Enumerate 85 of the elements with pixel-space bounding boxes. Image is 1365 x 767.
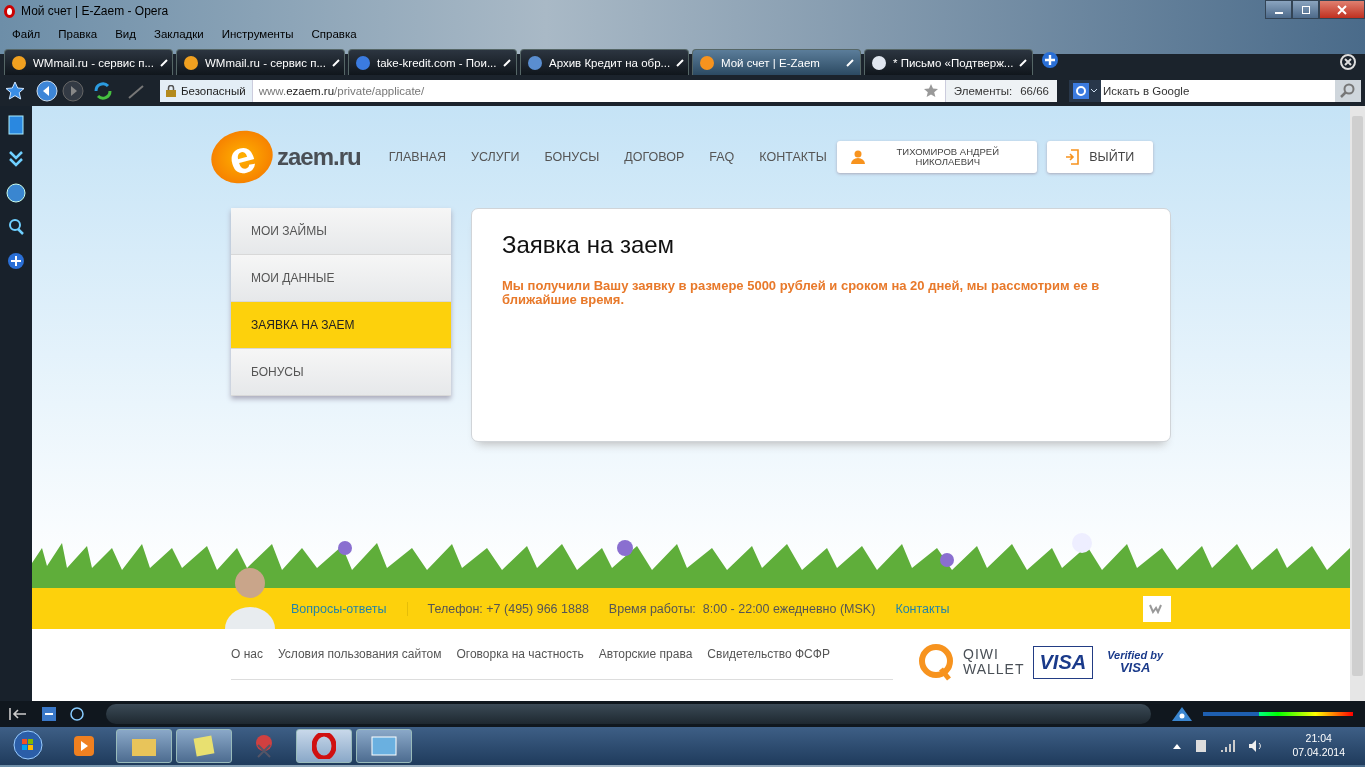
site-icon <box>871 54 887 71</box>
nav-link[interactable]: УСЛУГИ <box>471 150 520 164</box>
site-icon <box>11 54 27 71</box>
window-title: Мой счет | E-Zaem - Opera <box>21 4 170 18</box>
opera-taskbar-icon[interactable] <box>296 729 352 763</box>
menu-item[interactable]: Вид <box>115 27 136 40</box>
pencil-icon <box>676 58 685 67</box>
url-text: www.ezaem.ru/private/applicate/ <box>257 84 426 97</box>
pencil-icon <box>160 58 168 67</box>
opera-icon <box>4 4 15 18</box>
picture-viewer-icon[interactable] <box>356 729 412 763</box>
browser-tab[interactable]: Мой счет | E-Zaem <box>692 49 861 75</box>
maximize-button[interactable] <box>1292 0 1319 19</box>
sidebar-item[interactable]: БОНУСЫ <box>231 349 451 396</box>
forward-button[interactable] <box>62 79 84 102</box>
person-icon <box>850 150 865 164</box>
lock-icon <box>166 84 176 97</box>
signal-icon[interactable] <box>1220 739 1237 753</box>
scrollbar[interactable] <box>1350 106 1365 701</box>
verified-by-visa-logo: Verified by VISA <box>1107 648 1164 676</box>
logout-button[interactable]: ВЫЙТИ <box>1046 141 1153 173</box>
menu-item[interactable]: Инструменты <box>221 27 294 40</box>
pencil-icon <box>502 58 511 67</box>
nav-link[interactable]: ГЛАВНАЯ <box>388 150 447 164</box>
phone-text: Телефон: +7 (495) 966 1888 <box>427 601 589 616</box>
footer-link[interactable]: Свидетельство ФСФР <box>707 647 830 661</box>
elements-label: Элементы: <box>953 84 1013 97</box>
elements-count: 66/66 <box>1020 84 1049 97</box>
sidebar-item[interactable]: ЗАЯВКА НА ЗАЕМ <box>231 302 451 349</box>
visa-logo: VISA <box>1032 645 1094 679</box>
minimize-button[interactable] <box>1265 0 1292 19</box>
logout-icon <box>1065 149 1080 165</box>
footer-link[interactable]: О нас <box>231 647 263 661</box>
clock-time: 21:04 <box>1305 732 1332 746</box>
nav-link[interactable]: ДОГОВОР <box>624 150 685 164</box>
pencil-icon <box>1019 58 1028 67</box>
taskbar-clock[interactable]: 21:04 07.04.2014 <box>1292 732 1345 760</box>
card-title: Заявка на заем <box>502 231 676 259</box>
fit-width-icon[interactable] <box>40 705 58 723</box>
browser-tab[interactable]: * Письмо «Подтверж... <box>864 49 1033 75</box>
search-field[interactable]: Искать в Google <box>1101 79 1335 102</box>
sidebar-item[interactable]: МОИ ДАННЫЕ <box>231 255 451 302</box>
site-icon <box>183 54 199 71</box>
nav-link[interactable]: КОНТАКТЫ <box>759 150 827 164</box>
nav-link[interactable]: БОНУСЫ <box>544 150 600 164</box>
add-panel-icon[interactable] <box>5 250 27 272</box>
site-icon <box>527 54 543 71</box>
footer-link[interactable]: Оговорка на частность <box>456 647 584 661</box>
browser-tab[interactable]: WMmail.ru - сервис п... <box>4 49 173 75</box>
nav-link[interactable]: FAQ <box>709 150 735 164</box>
star-icon[interactable] <box>4 79 26 102</box>
eye-icon[interactable] <box>1171 705 1193 723</box>
show-hidden-icons-icon[interactable] <box>1172 742 1183 750</box>
qiwi-wallet-logo: QIWI WALLET <box>963 647 1025 677</box>
minimize-icon <box>1274 11 1283 14</box>
pencil-icon <box>846 58 854 67</box>
back-button[interactable] <box>36 79 58 102</box>
hours-text: Время работы: 8:00 - 22:00 ежедневно (MSK) <box>608 601 876 616</box>
clock-date: 07.04.2014 <box>1292 746 1345 760</box>
menu-item[interactable]: Правка <box>58 27 98 40</box>
browser-tab[interactable]: Архив Кредит на обр... <box>520 49 689 75</box>
confirmation-message: Мы получили Вашу заявку в размере 5000 рублей и сроком на 20 дней, мы рассмотрим ее в ближайшие время. <box>502 279 1101 308</box>
pencil-icon <box>332 58 340 67</box>
close-button[interactable] <box>1319 0 1365 19</box>
search-icon[interactable] <box>1335 79 1361 102</box>
qiwi-q-icon <box>917 643 955 681</box>
footer-link[interactable]: Условия пользования сайтом <box>277 647 442 661</box>
sticky-notes-icon[interactable] <box>176 729 232 763</box>
footer-link[interactable]: Авторские права <box>598 647 693 661</box>
maximize-icon <box>1300 4 1311 15</box>
site-icon <box>355 54 371 71</box>
security-badge[interactable]: Безопасный <box>160 79 253 102</box>
closed-tabs-icon[interactable] <box>1339 53 1357 71</box>
menu-item[interactable]: Файл <box>12 27 41 40</box>
zoom-slider[interactable] <box>1203 712 1353 716</box>
site-icon <box>699 54 715 71</box>
sidebar-item[interactable]: МОИ ЗАЙМЫ <box>231 208 451 255</box>
bookmark-star-icon[interactable] <box>922 82 939 99</box>
user-button[interactable]: ТИХОМИРОВ АНДРЕЙ НИКОЛАЕВИЧ <box>836 141 1037 173</box>
close-icon <box>1337 4 1347 15</box>
address-field[interactable]: Безопасный www.ezaem.ru/private/applicate/ Элементы: 66/66 <box>160 79 1057 102</box>
browser-tab[interactable]: take-kredit.com - Пои... <box>348 49 517 75</box>
menu-item[interactable]: Закладки <box>153 27 204 40</box>
menu-item[interactable]: Справка <box>311 27 357 40</box>
browser-tab[interactable]: WMmail.ru - сервис п... <box>176 49 345 75</box>
